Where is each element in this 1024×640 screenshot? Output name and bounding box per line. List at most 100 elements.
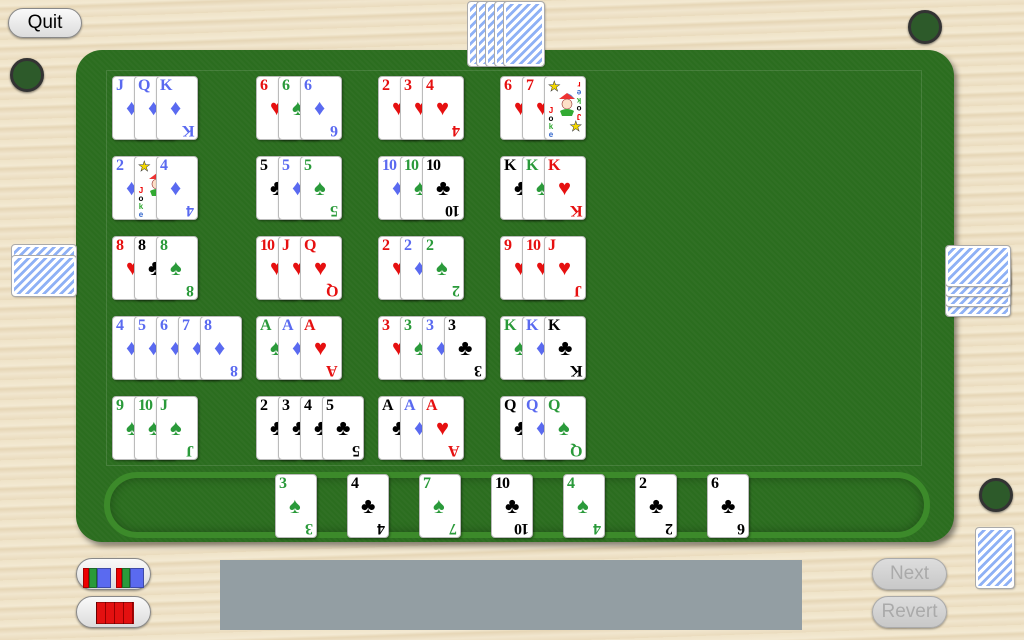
- card[interactable]: 4♦4: [156, 156, 198, 220]
- spades-icon: ♠: [558, 415, 570, 440]
- card-rank: K: [504, 317, 516, 334]
- card-rank: K: [570, 202, 582, 219]
- hearts-icon: ♥: [558, 255, 572, 280]
- card[interactable]: K ♥ K: [544, 156, 586, 220]
- opponent-top-indicator: [908, 10, 942, 44]
- card[interactable]: 5 ♠ 5: [300, 156, 342, 220]
- card-rank: 4: [426, 77, 434, 94]
- card-rank: 4: [304, 397, 312, 414]
- card[interactable]: A ♥ A: [300, 316, 342, 380]
- card-rank: J: [548, 237, 556, 254]
- card-rank: 5: [282, 157, 290, 174]
- spades-icon: ♠: [577, 493, 589, 518]
- card[interactable]: 4 ♠ 4: [563, 474, 605, 538]
- card[interactable]: 6♦6: [300, 76, 342, 140]
- card[interactable]: 3♣3: [444, 316, 486, 380]
- card[interactable]: 2♣2: [635, 474, 677, 538]
- green-bar: [122, 568, 130, 588]
- next-button[interactable]: Next: [872, 558, 947, 590]
- card[interactable]: 3♠3: [275, 474, 317, 538]
- card[interactable]: Q ♠ Q: [544, 396, 586, 460]
- card-rank: 7: [450, 520, 457, 537]
- revert-button[interactable]: Revert: [872, 596, 947, 628]
- card-rank: Q: [304, 237, 316, 254]
- joker-card[interactable]: ★★JokerJoker: [544, 76, 586, 140]
- clubs-icon: ♣: [336, 415, 351, 440]
- card-rank: 5: [326, 397, 334, 414]
- card[interactable]: 8 ♠ 8: [156, 236, 198, 300]
- card-rank: 4: [567, 475, 575, 492]
- card-rank: 4: [116, 317, 124, 334]
- card-rank: Q: [548, 397, 560, 414]
- diamonds-icon: ♦: [170, 95, 182, 120]
- card[interactable]: 5♣5: [322, 396, 364, 460]
- card-rank: 2: [116, 157, 124, 174]
- hearts-icon: ♥: [314, 335, 328, 360]
- opponent-top-card-back: [503, 1, 545, 67]
- card-rank: 2: [382, 77, 390, 94]
- draw-pile[interactable]: [975, 527, 1015, 589]
- hearts-icon: ♥: [436, 95, 450, 120]
- card[interactable]: 10 ♣ 10: [422, 156, 464, 220]
- card-rank: 3: [404, 77, 412, 94]
- jester-icon: [557, 91, 577, 117]
- card-rank: 9: [116, 397, 124, 414]
- card-rank: 3: [282, 397, 290, 414]
- card-rank: J: [575, 282, 582, 299]
- message-bar: [220, 560, 802, 630]
- player-indicator: [979, 478, 1013, 512]
- card-rank: A: [449, 442, 460, 459]
- card[interactable]: 6 ♣ 6: [707, 474, 749, 538]
- card-rank: 3: [382, 317, 390, 334]
- card[interactable]: J ♠ J: [156, 396, 198, 460]
- clubs-icon: ♣: [649, 493, 664, 518]
- sort-by-suit-button[interactable]: [76, 558, 151, 590]
- card[interactable]: 4 ♥ 4: [422, 76, 464, 140]
- card[interactable]: Q ♥ Q: [300, 236, 342, 300]
- card[interactable]: 7 ♠ 7: [419, 474, 461, 538]
- blue-bar: [97, 568, 111, 588]
- card-rank: 8: [187, 282, 194, 299]
- card-rank: 5: [304, 157, 312, 174]
- card-rank: 8: [204, 317, 212, 334]
- card[interactable]: A ♥ A: [422, 396, 464, 460]
- spades-icon: ♠: [436, 255, 448, 280]
- card[interactable]: K♦K: [156, 76, 198, 140]
- hearts-icon: ♥: [314, 255, 328, 280]
- card-rank: 6: [304, 77, 312, 94]
- card-rank: K: [160, 77, 172, 94]
- card-rank: 3: [404, 317, 412, 334]
- card[interactable]: 4♣4: [347, 474, 389, 538]
- green-bar: [89, 568, 97, 588]
- card-rank: 3: [306, 520, 313, 537]
- card[interactable]: 8 ♦ 8: [200, 316, 242, 380]
- card[interactable]: 2 ♠ 2: [422, 236, 464, 300]
- quit-button[interactable]: Quit: [8, 8, 82, 38]
- card-rank: A: [426, 397, 438, 414]
- card-rank: A: [260, 317, 272, 334]
- card-rank: 4: [594, 520, 601, 537]
- clubs-icon: ♣: [721, 493, 736, 518]
- card-rank: 4: [351, 475, 359, 492]
- card[interactable]: J♥J: [544, 236, 586, 300]
- card-rank: 8: [138, 237, 146, 254]
- card[interactable]: 10 ♣ 10: [491, 474, 533, 538]
- spades-icon: ♠: [289, 493, 301, 518]
- card-rank: 2: [666, 520, 673, 537]
- joker-label: Joker: [548, 106, 554, 140]
- card-rank: 6: [282, 77, 290, 94]
- blue-bar: [130, 568, 144, 588]
- joker-label: Joker: [138, 186, 144, 220]
- card-rank: 4: [453, 122, 460, 139]
- clubs-icon: ♣: [558, 335, 573, 360]
- card-rank: 10: [260, 237, 275, 254]
- sort-by-rank-button[interactable]: [76, 596, 151, 628]
- card-rank: 9: [504, 237, 512, 254]
- card[interactable]: K♣K: [544, 316, 586, 380]
- diamonds-icon: ♦: [214, 335, 226, 360]
- card-rank: 8: [160, 237, 168, 254]
- card-rank: Q: [570, 442, 582, 459]
- card-rank: Q: [138, 77, 150, 94]
- card-rank: 8: [116, 237, 124, 254]
- clubs-icon: ♣: [436, 175, 451, 200]
